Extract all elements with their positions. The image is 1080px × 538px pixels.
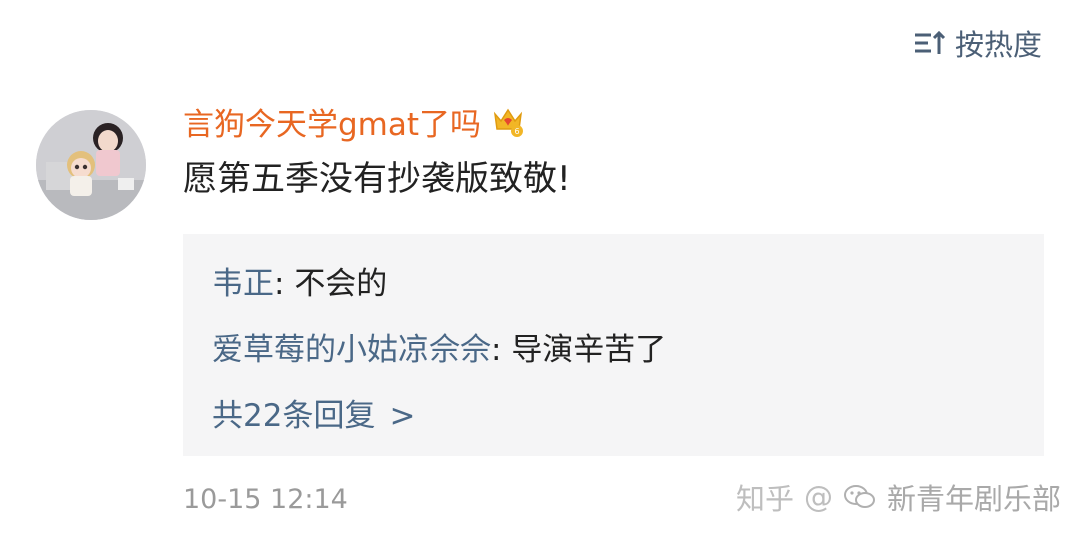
watermark-at: @ <box>804 480 834 514</box>
replies-panel[interactable]: 韦正: 不会的 爱草莓的小姑凉佘佘: 导演辛苦了 共22条回复 > <box>183 234 1044 456</box>
reply-text: 导演辛苦了 <box>511 332 667 368</box>
wechat-icon <box>844 485 876 508</box>
chevron-right-icon: > <box>389 398 416 434</box>
avatar-doll-picture <box>36 110 146 220</box>
reply-item[interactable]: 韦正: 不会的 <box>212 258 387 303</box>
sort-label: 按热度 <box>954 28 1042 62</box>
sort-icon <box>914 30 946 54</box>
sort-by-popularity-button[interactable]: 按热度 <box>913 22 1042 64</box>
reply-separator: : <box>491 332 512 368</box>
comment-timestamp: 10-15 12:14 <box>183 484 348 515</box>
comment-page: 按热度 言狗今天学gmat了吗 6 愿第五季没有抄袭版致敬! 韦正: 不会的 爱… <box>0 0 1080 538</box>
vip-crown-badge-icon: 6 <box>493 108 524 137</box>
badge-level: 6 <box>514 127 519 136</box>
watermark: 知乎 @ 新青年剧乐部 <box>736 476 1061 518</box>
username-link[interactable]: 言狗今天学gmat了吗 <box>183 99 481 144</box>
watermark-account: 新青年剧乐部 <box>887 482 1062 516</box>
reply-author[interactable]: 爱草莓的小姑凉佘佘 <box>212 332 491 368</box>
view-all-replies-label: 共22条回复 <box>212 398 376 434</box>
username-row: 言狗今天学gmat了吗 6 <box>183 104 1046 143</box>
comment-text: 愿第五季没有抄袭版致敬! <box>183 159 571 199</box>
reply-text: 不会的 <box>294 266 388 302</box>
reply-separator: : <box>274 266 295 302</box>
user-avatar[interactable] <box>36 110 146 220</box>
comment-body: 言狗今天学gmat了吗 6 愿第五季没有抄袭版致敬! <box>183 107 1046 200</box>
view-all-replies-link[interactable]: 共22条回复 > <box>212 390 415 435</box>
reply-item[interactable]: 爱草莓的小姑凉佘佘: 导演辛苦了 <box>212 324 666 369</box>
reply-author[interactable]: 韦正 <box>212 266 274 302</box>
watermark-platform: 知乎 <box>736 482 795 516</box>
